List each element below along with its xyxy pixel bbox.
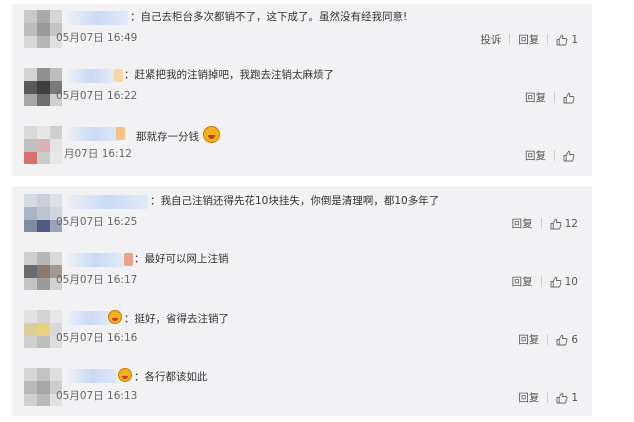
comment-item: ：各行都该如此 05月07日 16:13 回复 1: [12, 362, 592, 418]
comment-actions: 投诉 回复 1: [480, 32, 578, 47]
like-count: 1: [571, 391, 578, 404]
comment-text: ：最好可以网上注销: [134, 252, 229, 267]
name-separator: ：: [124, 313, 135, 325]
laughing-emoji-icon: [203, 126, 220, 143]
username-blurred-accent: [124, 253, 133, 266]
like-count: 10: [564, 275, 578, 288]
comment-item: ：挺好，省得去注销了 05月07日 16:16 回复 6: [12, 304, 592, 360]
comment-timestamp: 月07日 16:12: [64, 148, 132, 160]
comment-timestamp: 05月07日 16:49: [56, 32, 138, 44]
like-count: 1: [571, 33, 578, 46]
emoji-icon: [108, 310, 122, 324]
comment-timestamp: 05月07日 16:16: [56, 332, 138, 344]
comment-body: 那就存一分钱: [136, 131, 199, 143]
reply-button[interactable]: 回复: [518, 32, 539, 47]
comment-text: ：赶紧把我的注销掉吧，我跑去注销太麻烦了: [124, 68, 334, 83]
reply-button[interactable]: 回复: [512, 216, 533, 231]
username-blurred[interactable]: [68, 369, 118, 383]
username-blurred-accent: [114, 69, 123, 82]
thumbs-up-icon: [563, 92, 575, 103]
username-blurred[interactable]: [68, 311, 112, 325]
emoji-icon: [118, 368, 132, 382]
comment-panel-bottom: ：我自己注销还得先花10块挂失，你倒是清理啊，都10多年了 05月07日 16:…: [12, 186, 592, 416]
comment-actions: 回复 1: [518, 390, 578, 405]
name-separator: ：: [124, 69, 135, 81]
like-button[interactable]: [563, 92, 578, 104]
name-separator: ：: [134, 253, 145, 265]
comment-item: ：我自己注销还得先花10块挂失，你倒是清理啊，都10多年了 05月07日 16:…: [12, 188, 592, 244]
comment-item: ：赶紧把我的注销掉吧，我跑去注销太麻烦了 05月07日 16:22 回复: [12, 62, 592, 118]
like-button[interactable]: 1: [556, 34, 578, 46]
comment-actions: 回复 6: [518, 332, 578, 347]
action-divider: [547, 334, 549, 345]
report-button[interactable]: 投诉: [480, 32, 501, 47]
thumbs-up-icon: [563, 150, 575, 161]
comment-actions: 回复: [525, 90, 578, 105]
comment-body: 挺好，省得去注销了: [134, 313, 230, 325]
comment-text: ：我自己注销还得先花10块挂失，你倒是清理啊，都10多年了: [150, 194, 439, 209]
thumbs-up-icon: [550, 276, 562, 287]
username-blurred[interactable]: [68, 127, 120, 141]
thumbs-up-icon: [556, 334, 568, 345]
thumbs-up-icon: [556, 34, 568, 45]
like-button[interactable]: 12: [550, 218, 578, 230]
comment-text: ：自己去柜台多次都销不了，这下成了。虽然没有经我同意!: [130, 10, 407, 25]
reply-button[interactable]: 回复: [512, 274, 533, 289]
comment-timestamp: 05月07日 16:25: [56, 216, 138, 228]
comment-text: ：挺好，省得去注销了: [108, 310, 229, 327]
name-separator: ：: [150, 195, 161, 207]
name-separator: ：: [130, 11, 141, 23]
comment-timestamp: 05月07日 16:17: [56, 274, 138, 286]
action-divider: [540, 276, 542, 287]
action-divider: [547, 392, 549, 403]
comment-actions: 回复: [525, 148, 578, 163]
like-button[interactable]: 10: [550, 276, 578, 288]
thumbs-up-icon: [550, 218, 562, 229]
comment-body: 我自己注销还得先花10块挂失，你倒是清理啊，都10多年了: [160, 195, 440, 207]
action-divider: [547, 34, 549, 45]
username-blurred[interactable]: [68, 253, 124, 267]
comment-body: 最好可以网上注销: [144, 253, 229, 265]
thumbs-up-icon: [556, 392, 568, 403]
comment-body: 各行都该如此: [144, 371, 208, 383]
reply-button[interactable]: 回复: [525, 148, 546, 163]
comment-item: 那就存一分钱 月07日 16:12 回复: [12, 120, 592, 176]
reply-button[interactable]: 回复: [518, 390, 539, 405]
comment-text: ：各行都该如此: [118, 368, 208, 385]
action-divider: [554, 150, 555, 161]
username-blurred[interactable]: [68, 11, 128, 25]
comment-timestamp: 05月07日 16:22: [56, 90, 138, 102]
like-button[interactable]: [563, 150, 578, 162]
comment-body: 自己去柜台多次都销不了，这下成了。虽然没有经我同意!: [140, 11, 408, 23]
like-button[interactable]: 1: [556, 392, 578, 404]
comment-item: ：自己去柜台多次都销不了，这下成了。虽然没有经我同意! 05月07日 16:49…: [12, 4, 592, 60]
action-divider: [554, 92, 555, 103]
username-blurred-accent: [116, 127, 125, 140]
comment-item: ：最好可以网上注销 05月07日 16:17 回复 10: [12, 246, 592, 302]
comment-actions: 回复 12: [512, 216, 578, 231]
comment-text: 那就存一分钱: [136, 126, 222, 145]
comment-body: 赶紧把我的注销掉吧，我跑去注销太麻烦了: [134, 69, 335, 81]
like-count: 6: [571, 333, 578, 346]
username-blurred[interactable]: [68, 69, 114, 83]
like-button[interactable]: 6: [556, 334, 578, 346]
reply-button[interactable]: 回复: [525, 90, 546, 105]
reply-button[interactable]: 回复: [518, 332, 539, 347]
comment-panel-top: ：自己去柜台多次都销不了，这下成了。虽然没有经我同意! 05月07日 16:49…: [12, 4, 592, 176]
comment-actions: 回复 10: [512, 274, 578, 289]
username-blurred[interactable]: [68, 195, 148, 209]
like-count: 12: [564, 217, 578, 230]
action-divider: [509, 34, 511, 45]
name-separator: ：: [134, 371, 145, 383]
avatar[interactable]: [24, 126, 62, 164]
comment-timestamp: 05月07日 16:13: [56, 390, 138, 402]
action-divider: [540, 218, 542, 229]
